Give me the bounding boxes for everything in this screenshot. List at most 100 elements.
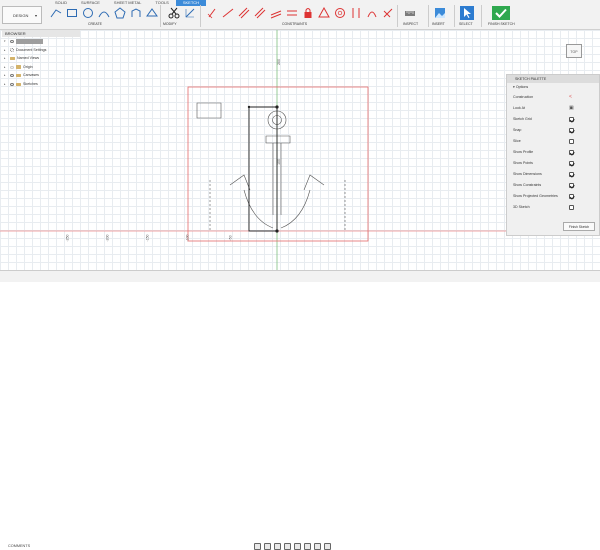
viewports-icon[interactable] xyxy=(324,543,331,550)
palette-row-construction[interactable]: Construction < xyxy=(507,92,599,103)
browser-item-document[interactable]: ▾ (Unsaved) xyxy=(2,37,80,46)
browser-item-origin[interactable]: ▸ Origin xyxy=(2,63,80,72)
fit-icon[interactable] xyxy=(294,543,301,550)
snap-checkbox[interactable] xyxy=(569,128,574,133)
midpoint-constraint-icon[interactable] xyxy=(254,7,266,19)
palette-row-sketch-grid[interactable]: Sketch Grid xyxy=(507,114,599,125)
perpendicular-constraint-icon[interactable] xyxy=(382,7,394,19)
palette-row-show-constraints[interactable]: Show Constraints xyxy=(507,180,599,191)
line-icon[interactable] xyxy=(50,7,62,19)
palette-row-show-profile[interactable]: Show Profile xyxy=(507,147,599,158)
viewcube[interactable]: TOP xyxy=(566,44,582,58)
construction-icon[interactable]: < xyxy=(569,94,572,100)
visibility-icon[interactable] xyxy=(10,74,14,78)
symmetry-constraint-icon[interactable] xyxy=(350,7,362,19)
select-cursor-icon[interactable] xyxy=(460,6,474,20)
tangent-constraint-icon[interactable] xyxy=(318,7,330,19)
browser-item-canvases[interactable]: ▸ Canvases xyxy=(2,71,80,80)
concentric-constraint-icon[interactable] xyxy=(238,7,250,19)
grid-settings-icon[interactable] xyxy=(314,543,321,550)
look-at-icon[interactable]: ▣ xyxy=(569,105,574,111)
curvature-constraint-icon[interactable] xyxy=(366,7,378,19)
sketch-palette-title[interactable]: SKETCH PALETTE xyxy=(507,75,599,83)
workspace-switcher[interactable]: DESIGN ▾ xyxy=(2,6,42,24)
comments-panel-toggle[interactable]: COMMENTS xyxy=(8,544,30,548)
palette-row-label: Show Dimensions xyxy=(513,172,542,176)
finish-sketch-icon[interactable] xyxy=(492,6,510,20)
palette-row-3d-sketch[interactable]: 3D Sketch xyxy=(507,202,599,213)
insert-group-label[interactable]: INSERT xyxy=(432,22,445,26)
collinear-constraint-icon[interactable] xyxy=(222,7,234,19)
sketch-grid-checkbox[interactable] xyxy=(569,117,574,122)
tab-solid[interactable]: SOLID xyxy=(48,0,74,6)
chevron-right-icon[interactable]: ▸ xyxy=(4,80,8,89)
visibility-icon[interactable] xyxy=(10,82,14,86)
visibility-icon[interactable] xyxy=(10,39,14,43)
parallel-constraint-icon[interactable] xyxy=(270,7,282,19)
tab-sheet-metal[interactable]: SHEET METAL xyxy=(107,0,148,6)
palette-row-show-projected-geometries[interactable]: Show Projected Geometries xyxy=(507,191,599,202)
browser-panel: BROWSER ▾ (Unsaved) ▸ Document Settings … xyxy=(2,30,80,100)
workspace-tabs: SOLID SURFACE SHEET METAL TOOLS SKETCH xyxy=(48,0,207,6)
show-profile-checkbox[interactable] xyxy=(569,150,574,155)
palette-row-look-at[interactable]: Look At ▣ xyxy=(507,103,599,114)
polygon-icon[interactable] xyxy=(114,7,126,19)
toolbar-divider xyxy=(200,5,201,27)
equal-constraint-icon[interactable] xyxy=(286,7,298,19)
axis-label-200: 200 xyxy=(276,59,281,65)
palette-row-label: 3D Sketch xyxy=(513,205,530,209)
axis-label-neg150: -150 xyxy=(145,234,150,242)
slot-icon[interactable] xyxy=(130,7,142,19)
spline-icon[interactable] xyxy=(146,7,158,19)
chevron-down-icon[interactable]: ▾ xyxy=(4,37,8,46)
palette-row-snap[interactable]: Snap xyxy=(507,125,599,136)
chevron-right-icon[interactable]: ▸ xyxy=(4,46,8,55)
finish-sketch-button[interactable]: Finish Sketch xyxy=(563,222,595,231)
3d-sketch-checkbox[interactable] xyxy=(569,205,574,210)
palette-row-show-dimensions[interactable]: Show Dimensions xyxy=(507,169,599,180)
options-section-header[interactable]: ▾ Options xyxy=(507,83,599,92)
browser-item-sketches[interactable]: ▸ Sketches xyxy=(2,80,80,89)
show-projected-geometries-checkbox[interactable] xyxy=(569,194,574,199)
rectangle-icon[interactable] xyxy=(66,7,78,19)
orbit-icon[interactable] xyxy=(254,543,261,550)
measure-icon[interactable] xyxy=(404,7,416,19)
modify-group-label[interactable]: MODIFY xyxy=(163,22,177,26)
extend-icon[interactable] xyxy=(184,7,196,19)
axis-label-neg250: -250 xyxy=(65,234,70,242)
look-at-nav-icon[interactable] xyxy=(264,543,271,550)
constraints-group-label[interactable]: CONSTRAINTS xyxy=(282,22,307,26)
chevron-right-icon[interactable]: ▸ xyxy=(4,63,8,72)
chevron-right-icon[interactable]: ▸ xyxy=(4,54,8,63)
show-points-checkbox[interactable] xyxy=(569,161,574,166)
coincident-constraint-icon[interactable] xyxy=(206,7,218,19)
palette-row-label: Show Points xyxy=(513,161,533,165)
pan-icon[interactable] xyxy=(274,543,281,550)
display-settings-icon[interactable] xyxy=(304,543,311,550)
smooth-constraint-icon[interactable] xyxy=(334,7,346,19)
zoom-icon[interactable] xyxy=(284,543,291,550)
browser-item-named-views[interactable]: ▸ Named Views xyxy=(2,54,80,63)
visibility-icon[interactable] xyxy=(10,65,14,69)
palette-row-show-points[interactable]: Show Points xyxy=(507,158,599,169)
show-constraints-checkbox[interactable] xyxy=(569,183,574,188)
arc-icon[interactable] xyxy=(98,7,110,19)
browser-item-document-settings[interactable]: ▸ Document Settings xyxy=(2,46,80,55)
palette-row-slice[interactable]: Slice xyxy=(507,136,599,147)
insert-image-icon[interactable] xyxy=(434,7,446,19)
circle-icon[interactable] xyxy=(82,7,94,19)
tab-sketch[interactable]: SKETCH xyxy=(175,0,207,6)
trim-icon[interactable] xyxy=(168,7,180,19)
select-group-label[interactable]: SELECT xyxy=(459,22,473,26)
finish-sketch-group-label[interactable]: FINISH SKETCH xyxy=(488,22,515,26)
chevron-right-icon[interactable]: ▸ xyxy=(4,71,8,80)
toolbar-divider xyxy=(454,5,455,27)
tab-tools[interactable]: TOOLS xyxy=(148,0,176,6)
browser-header[interactable]: BROWSER xyxy=(2,30,80,37)
tab-surface[interactable]: SURFACE xyxy=(74,0,107,6)
create-group-label[interactable]: CREATE xyxy=(88,22,102,26)
slice-checkbox[interactable] xyxy=(569,139,574,144)
inspect-group-label[interactable]: INSPECT xyxy=(403,22,418,26)
fix-constraint-icon[interactable] xyxy=(302,7,314,19)
show-dimensions-checkbox[interactable] xyxy=(569,172,574,177)
